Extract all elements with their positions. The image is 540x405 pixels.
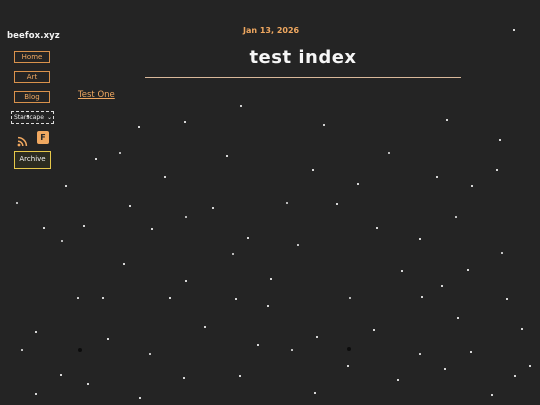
star <box>316 336 318 338</box>
star <box>102 297 104 299</box>
star <box>491 394 493 396</box>
star <box>270 278 272 280</box>
star <box>470 351 472 353</box>
dark-star <box>78 348 82 352</box>
star <box>235 298 237 300</box>
star <box>471 185 473 187</box>
star <box>184 215 188 219</box>
star <box>184 121 186 123</box>
star <box>314 392 316 394</box>
star <box>35 331 37 333</box>
star <box>441 285 443 287</box>
star <box>149 353 151 355</box>
star <box>239 375 241 377</box>
star <box>444 368 446 370</box>
star <box>376 227 378 229</box>
star <box>419 238 421 240</box>
star <box>204 326 206 328</box>
star <box>185 280 187 282</box>
page: beefox.xyz Home Art Blog Starscape ⌄ F A… <box>0 0 540 405</box>
star <box>77 297 79 299</box>
star <box>267 305 269 307</box>
star <box>138 126 140 128</box>
star <box>347 365 349 367</box>
star <box>496 169 498 171</box>
f-button[interactable]: F <box>37 131 49 144</box>
star <box>107 338 109 340</box>
star <box>529 365 531 367</box>
star <box>257 344 259 346</box>
star <box>373 329 375 331</box>
star <box>521 328 523 330</box>
star <box>21 349 23 351</box>
star <box>312 169 314 171</box>
nav-art-button[interactable]: Art <box>14 71 50 83</box>
page-title: test index <box>249 47 357 68</box>
star <box>349 297 351 299</box>
theme-select[interactable]: Starscape ⌄ <box>11 111 54 124</box>
title-divider <box>145 77 461 78</box>
post-date: Jan 13, 2026 <box>243 26 300 35</box>
archive-button[interactable]: Archive <box>14 151 51 169</box>
star <box>357 183 359 185</box>
star <box>501 252 503 254</box>
star <box>65 185 67 187</box>
star <box>506 298 508 300</box>
star <box>169 297 171 299</box>
star <box>401 270 403 272</box>
chevron-down-icon: ⌄ <box>46 114 52 121</box>
dark-star <box>347 347 351 351</box>
star <box>455 216 457 218</box>
star <box>95 158 97 160</box>
star <box>467 269 469 271</box>
star <box>43 227 45 229</box>
star <box>118 151 122 155</box>
star <box>61 240 63 242</box>
star <box>457 317 459 319</box>
star <box>388 152 390 154</box>
star <box>123 263 125 265</box>
star <box>297 244 299 246</box>
star <box>164 176 166 178</box>
nav-home-button[interactable]: Home <box>14 51 50 63</box>
star <box>151 228 153 230</box>
star <box>499 139 501 141</box>
star <box>291 349 293 351</box>
star <box>513 29 515 31</box>
star <box>129 205 131 207</box>
star <box>87 383 89 385</box>
theme-select-value: Starscape <box>14 114 44 121</box>
star <box>212 207 214 209</box>
star <box>436 176 438 178</box>
star <box>247 237 249 239</box>
star <box>446 119 448 121</box>
nav-blog-button[interactable]: Blog <box>14 91 50 103</box>
star <box>35 393 37 395</box>
post-link[interactable]: Test One <box>78 90 115 100</box>
star <box>397 379 399 381</box>
star <box>15 201 19 205</box>
star <box>139 397 141 399</box>
star <box>514 375 516 377</box>
star <box>183 377 185 379</box>
site-title[interactable]: beefox.xyz <box>7 31 60 41</box>
star <box>83 225 85 227</box>
star <box>323 124 325 126</box>
star <box>60 374 62 376</box>
rss-icon[interactable] <box>17 132 28 147</box>
star <box>419 353 421 355</box>
star <box>226 155 228 157</box>
star <box>240 105 242 107</box>
star <box>231 252 235 256</box>
star <box>421 296 423 298</box>
star <box>336 203 338 205</box>
star <box>286 202 288 204</box>
